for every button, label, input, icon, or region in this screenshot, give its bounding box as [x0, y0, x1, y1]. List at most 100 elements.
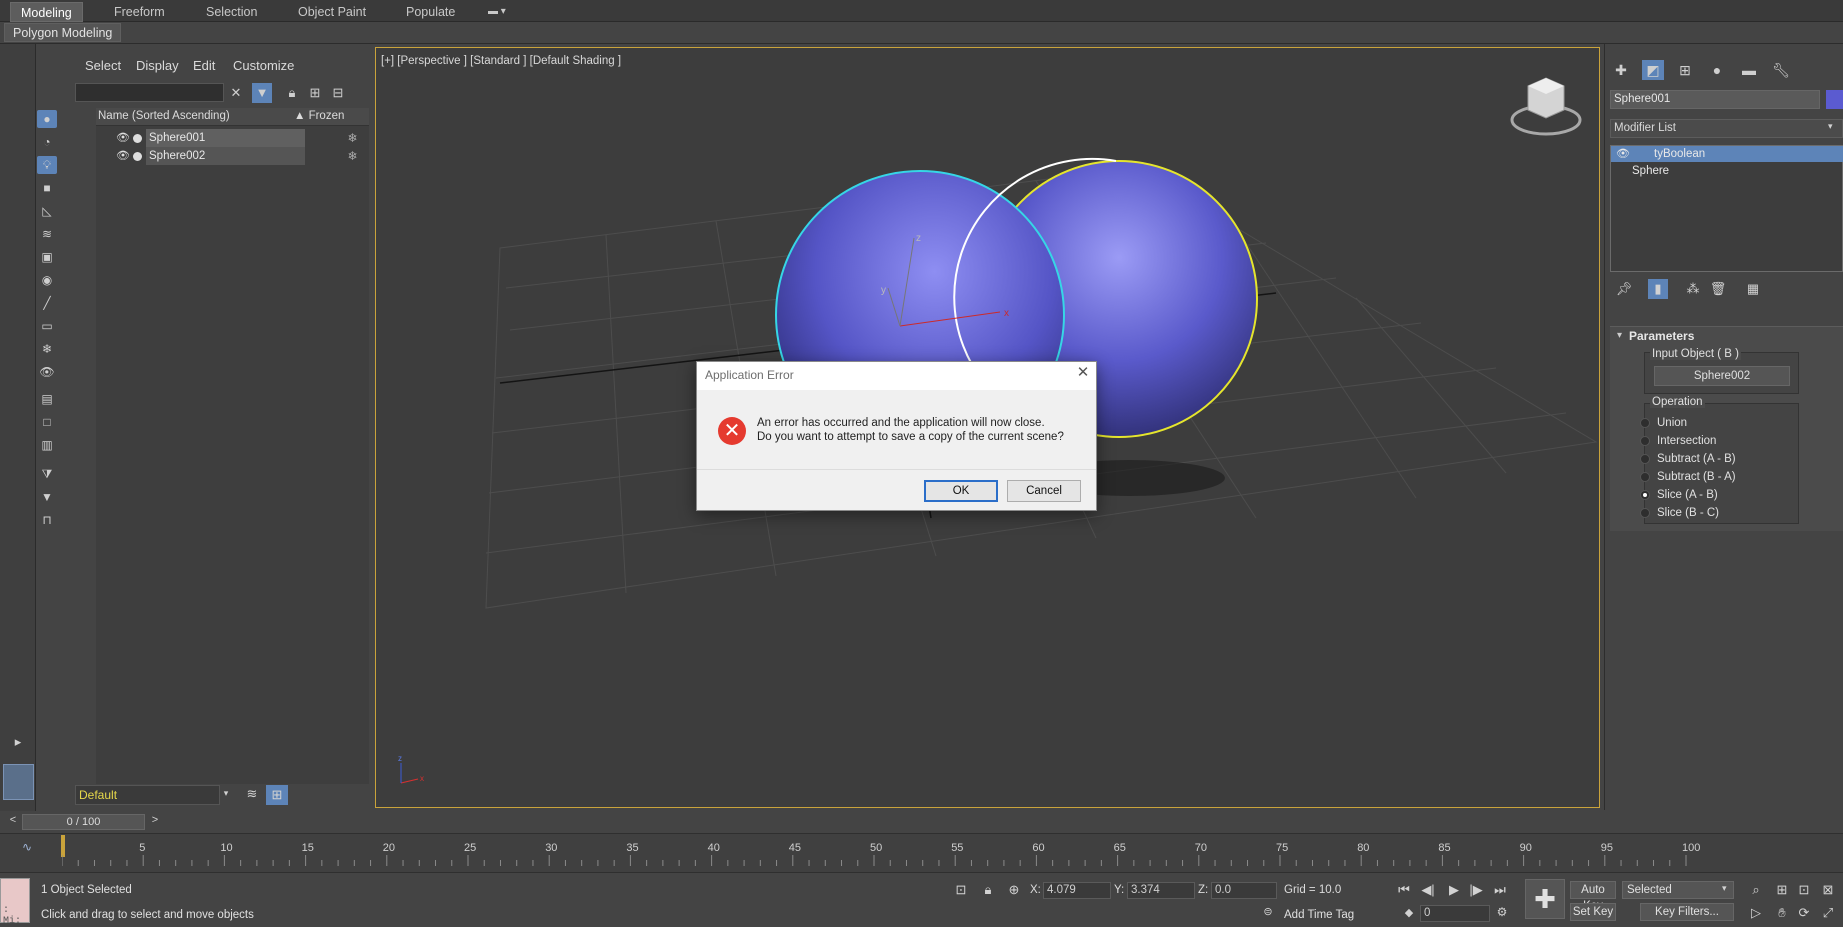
zoom-all-icon[interactable]: ⊞: [1774, 882, 1790, 898]
display-all-icon[interactable]: ▤: [37, 390, 57, 408]
zoom-extents-icon[interactable]: ⊡: [1796, 882, 1812, 898]
modify-tab-icon[interactable]: ◩: [1642, 60, 1664, 80]
prev-key-icon[interactable]: ◀|: [1420, 882, 1436, 898]
display-shapes-icon[interactable]: ◔: [37, 133, 57, 151]
play-icon[interactable]: ▶: [1446, 882, 1462, 898]
display-spacewarps-icon[interactable]: ≋: [37, 225, 57, 243]
goto-start-icon[interactable]: ⏮: [1396, 882, 1412, 898]
menu-customize[interactable]: Customize: [233, 58, 294, 73]
display-lights-icon[interactable]: 💡︎: [37, 156, 57, 174]
modifier-list-dropdown[interactable]: Modifier List: [1610, 119, 1843, 138]
ok-button[interactable]: OK: [924, 480, 998, 502]
radio-button[interactable]: [1640, 436, 1650, 446]
current-frame-field[interactable]: 0: [1420, 905, 1490, 922]
display-tab-icon[interactable]: ▬: [1738, 60, 1760, 80]
pan-hand-icon[interactable]: ✋︎: [1774, 905, 1790, 921]
auto-key-button[interactable]: Auto Key: [1570, 881, 1616, 912]
create-tab-icon[interactable]: ✚: [1610, 60, 1632, 80]
object-color-swatch[interactable]: [1826, 90, 1843, 109]
motion-tab-icon[interactable]: ●: [1706, 60, 1728, 80]
tab-selection[interactable]: Selection: [196, 2, 267, 22]
input-object-pick-button[interactable]: Sphere002: [1654, 366, 1790, 386]
key-filters-button[interactable]: Key Filters...: [1640, 903, 1734, 921]
radio-union[interactable]: Union: [1640, 415, 1687, 432]
cancel-button[interactable]: Cancel: [1007, 480, 1081, 502]
time-tag-icon[interactable]: ⊜: [1260, 905, 1276, 918]
maximize-viewport-icon[interactable]: ⤢: [1820, 905, 1836, 921]
scene-search-input[interactable]: [75, 83, 224, 102]
close-icon[interactable]: ✕: [1074, 364, 1092, 382]
chevron-down-icon[interactable]: ▾: [220, 788, 232, 799]
field-of-view-icon[interactable]: ▷: [1748, 905, 1764, 921]
tab-populate[interactable]: Populate: [396, 2, 465, 22]
tab-freeform[interactable]: Freeform: [104, 2, 175, 22]
radio-button[interactable]: [1640, 490, 1650, 500]
display-none-icon[interactable]: □: [37, 413, 57, 431]
radio-subtract-b-a[interactable]: Subtract (B - A): [1640, 469, 1736, 486]
radio-button[interactable]: [1640, 472, 1650, 482]
add-time-tag-button[interactable]: Add Time Tag: [1284, 909, 1354, 921]
hierarchy-icon[interactable]: ⊞: [305, 83, 325, 103]
radio-button[interactable]: [1640, 508, 1650, 518]
layer-dropdown[interactable]: Default: [75, 785, 220, 805]
freeze-snowflake-icon[interactable]: ❄: [336, 147, 369, 165]
menu-select[interactable]: Select: [85, 58, 121, 73]
eye-icon[interactable]: 👁︎: [1616, 146, 1630, 162]
utilities-tab-icon[interactable]: 🔧︎: [1770, 60, 1792, 80]
radio-button[interactable]: [1640, 418, 1650, 428]
display-invert-icon[interactable]: ▥: [37, 436, 57, 454]
selection-set-icon[interactable]: ⊓: [37, 511, 57, 529]
pin-stack-icon[interactable]: 📌︎: [1615, 281, 1633, 297]
list-item-sphere002[interactable]: 👁︎ Sphere002 ❄: [96, 147, 369, 165]
name-column-header[interactable]: Name (Sorted Ascending): [98, 110, 230, 122]
next-frame-icon[interactable]: >: [148, 814, 162, 826]
lock-selection-icon[interactable]: 🔒︎: [980, 882, 996, 898]
hierarchy-tab-icon[interactable]: ⊞: [1674, 60, 1696, 80]
y-coordinate-field[interactable]: 3.374: [1127, 882, 1195, 899]
radio-button[interactable]: [1640, 454, 1650, 464]
display-bones-icon[interactable]: ╱: [37, 294, 57, 312]
maxscript-listener[interactable]: : Mi:: [0, 878, 30, 927]
isolate-icon[interactable]: ⊡: [953, 882, 969, 898]
display-frozen-icon[interactable]: ❄: [37, 340, 57, 358]
display-hidden-icon[interactable]: 👁︎: [37, 363, 57, 381]
radio-subtract-a-b[interactable]: Subtract (A - B): [1640, 451, 1736, 468]
x-coordinate-field[interactable]: 4.079: [1043, 882, 1111, 899]
hierarchy-mode-icon[interactable]: ⊞: [266, 785, 288, 805]
tab-modeling[interactable]: Modeling: [10, 2, 83, 22]
configure-sets-icon[interactable]: ▦: [1744, 281, 1762, 297]
radio-intersection[interactable]: Intersection: [1640, 433, 1716, 450]
goto-end-icon[interactable]: ⏭: [1492, 882, 1508, 898]
collapse-arrow-icon[interactable]: ▾: [1617, 330, 1622, 341]
render-toggle-icon[interactable]: [133, 134, 142, 143]
orbit-icon[interactable]: ⟳: [1796, 905, 1812, 921]
menu-display[interactable]: Display: [136, 58, 179, 73]
object-name[interactable]: Sphere001: [146, 129, 305, 147]
lock-icon[interactable]: 🔒︎: [282, 83, 302, 103]
menu-edit[interactable]: Edit: [193, 58, 215, 73]
radio-slice-b-c[interactable]: Slice (B - C): [1640, 505, 1719, 522]
time-config-icon[interactable]: ⚙: [1494, 905, 1510, 919]
show-end-result-icon[interactable]: ▮: [1648, 279, 1668, 299]
radio-slice-a-b[interactable]: Slice (A - B): [1640, 487, 1718, 504]
chevron-down-icon[interactable]: ▾: [1828, 121, 1833, 132]
display-cameras-icon[interactable]: ■: [37, 179, 57, 197]
viewport-layout-icon[interactable]: [3, 764, 34, 800]
chevron-down-icon[interactable]: ▾: [1722, 883, 1727, 894]
make-unique-icon[interactable]: ⁂: [1684, 281, 1702, 297]
key-mode-icon[interactable]: ◆: [1402, 906, 1416, 919]
remove-modifier-icon[interactable]: 🗑︎: [1709, 281, 1727, 297]
set-key-button[interactable]: Set Key: [1570, 903, 1616, 921]
zoom-icon[interactable]: ⌕: [1748, 882, 1764, 898]
display-xrefs-icon[interactable]: ◉: [37, 271, 57, 289]
frozen-column-header[interactable]: ▲ Frozen: [294, 110, 344, 122]
render-toggle-icon[interactable]: [133, 152, 142, 161]
display-geometry-icon[interactable]: ●: [37, 110, 57, 128]
expand-arrow-icon[interactable]: ▸: [8, 734, 28, 750]
tab-object-paint[interactable]: Object Paint: [288, 2, 376, 22]
layer-hierarchy-icon[interactable]: ⊟: [328, 83, 348, 103]
select-filter-icon[interactable]: ⧩: [37, 465, 57, 483]
curve-editor-icon[interactable]: ∿: [18, 840, 36, 854]
z-coordinate-field[interactable]: 0.0: [1211, 882, 1277, 899]
filter-icon[interactable]: ▼: [252, 83, 272, 103]
